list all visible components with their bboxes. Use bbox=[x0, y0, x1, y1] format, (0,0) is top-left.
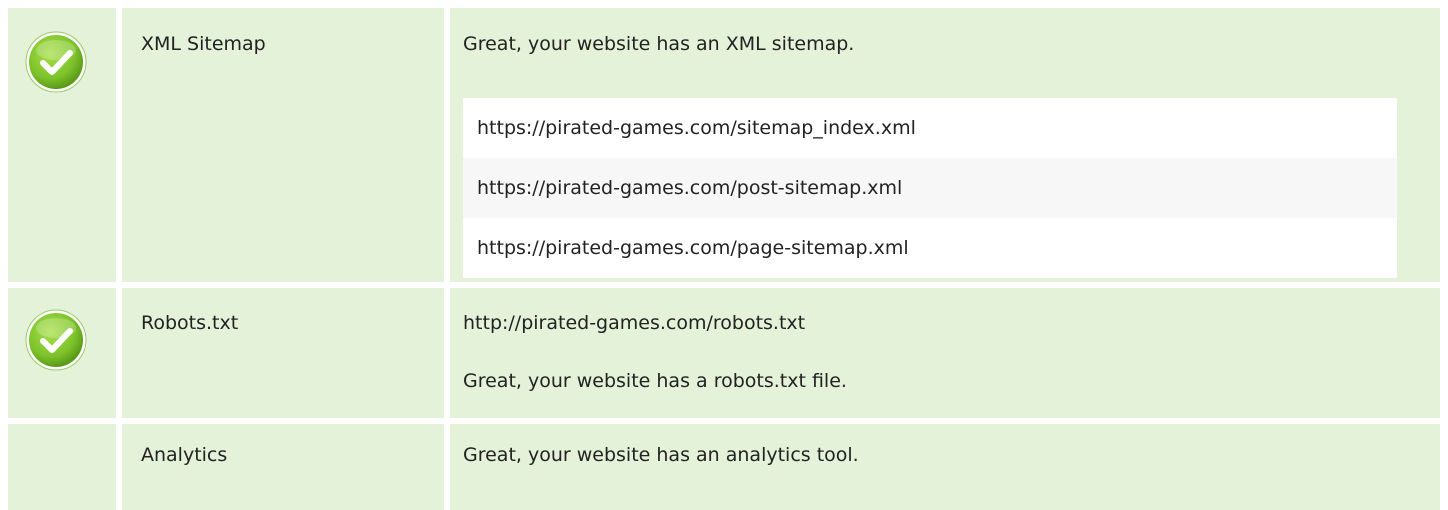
sitemap-url: https://pirated-games.com/sitemap_index.… bbox=[477, 117, 916, 139]
label-cell: Robots.txt bbox=[122, 288, 444, 418]
row-label: XML Sitemap bbox=[141, 33, 266, 55]
report-row-analytics: Analytics Great, your website has an ana… bbox=[0, 424, 1448, 510]
status-cell bbox=[8, 8, 116, 282]
status-message: Great, your website has a robots.txt fil… bbox=[463, 370, 847, 392]
label-cell: Analytics bbox=[122, 424, 444, 510]
check-circle-icon bbox=[25, 309, 87, 371]
detail-cell: Great, your website has an XML sitemap. … bbox=[450, 8, 1440, 282]
robots-url[interactable]: http://pirated-games.com/robots.txt bbox=[463, 310, 805, 336]
sitemap-url-list: https://pirated-games.com/sitemap_index.… bbox=[463, 98, 1397, 278]
status-cell bbox=[8, 424, 116, 510]
report-row-xml-sitemap: XML Sitemap Great, your website has an X… bbox=[0, 8, 1448, 282]
seo-report-table: XML Sitemap Great, your website has an X… bbox=[0, 0, 1448, 510]
detail-cell: Great, your website has an analytics too… bbox=[450, 424, 1440, 510]
status-message: Great, your website has an analytics too… bbox=[463, 444, 859, 466]
label-cell: XML Sitemap bbox=[122, 8, 444, 282]
detail-cell: http://pirated-games.com/robots.txt Grea… bbox=[450, 288, 1440, 418]
report-row-robots-txt: Robots.txt http://pirated-games.com/robo… bbox=[0, 288, 1448, 418]
sitemap-url: https://pirated-games.com/page-sitemap.x… bbox=[477, 237, 909, 259]
status-message: Great, your website has an XML sitemap. bbox=[463, 33, 855, 55]
status-cell bbox=[8, 288, 116, 418]
row-label: Robots.txt bbox=[141, 312, 239, 334]
row-label: Analytics bbox=[141, 444, 228, 466]
check-circle-icon bbox=[25, 31, 87, 93]
sitemap-url: https://pirated-games.com/post-sitemap.x… bbox=[463, 158, 1397, 218]
